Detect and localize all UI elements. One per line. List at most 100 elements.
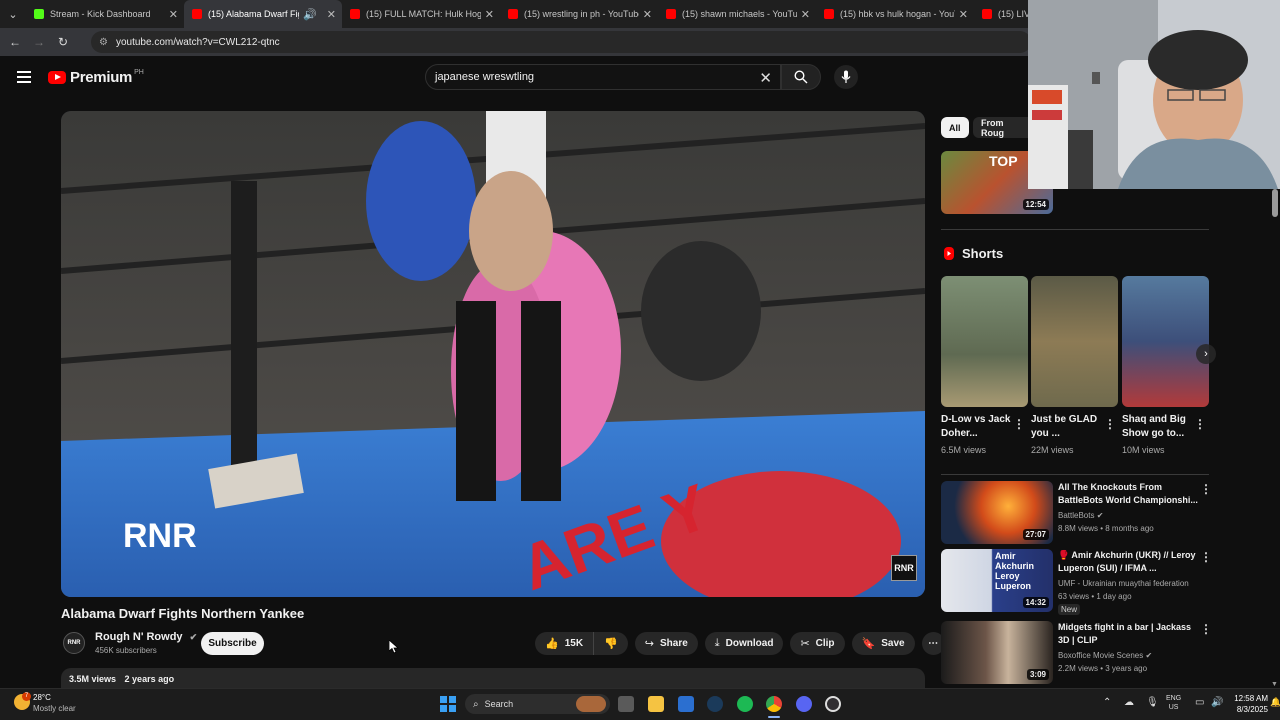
tab-shawn-michaels[interactable]: (15) shawn michaels - YouTube ✕ (658, 0, 816, 28)
dislike-button[interactable]: 👎 (593, 632, 628, 655)
discord-icon[interactable] (796, 696, 812, 712)
tab-alabama-dwarf-fights[interactable]: (15) Alabama Dwarf Fights N 🔊 ✕ (184, 0, 342, 28)
clock-time: 12:58 AM (1234, 694, 1268, 703)
shorts-next-button[interactable]: › (1196, 344, 1216, 364)
more-vert-icon[interactable]: ⋮ (1200, 550, 1212, 564)
start-button[interactable] (440, 696, 456, 712)
more-vert-icon[interactable]: ⋮ (1200, 622, 1212, 636)
weather-widget[interactable]: 7 28°C Mostly clear (12, 692, 82, 716)
tray-chevron-icon[interactable]: ⌃ (1103, 697, 1111, 708)
microphone-tray-icon[interactable]: 🎙 (1146, 697, 1159, 708)
scrollbar-thumb[interactable] (1272, 189, 1278, 217)
recommendation-thumbnail[interactable]: 3:09 (941, 621, 1053, 684)
channel-name[interactable]: Rough N' Rowdy ✔ (95, 631, 197, 643)
address-bar[interactable]: ⚙ youtube.com/watch?v=CWL212-qtnc (91, 31, 1031, 53)
weather-alert-badge: 7 (22, 692, 31, 701)
tab-title: (15) Alabama Dwarf Fights N (208, 9, 299, 19)
close-tab-icon[interactable]: ✕ (327, 8, 336, 21)
new-badge: New (1058, 604, 1081, 615)
volume-icon[interactable]: 🔊 (1211, 697, 1223, 708)
clock[interactable]: 12:58 AM 8/3/2025 (1228, 693, 1268, 715)
scroll-down-icon[interactable]: ▼ (1271, 681, 1278, 688)
description-box[interactable]: 3.5M views 2 years ago (61, 668, 925, 690)
chip-from-channel[interactable]: From Roug (973, 117, 1029, 138)
voice-search-button[interactable] (834, 65, 858, 89)
close-tab-icon[interactable]: ✕ (485, 8, 494, 21)
recommendation-title[interactable]: Midgets fight in a bar | Jackass 3D | CL… (1058, 621, 1198, 647)
recommendation-channel[interactable]: UMF - Ukrainian muaythai federation (1058, 579, 1189, 588)
more-vert-icon[interactable]: ⋮ (1013, 417, 1025, 431)
like-button[interactable]: 👍 15K (535, 632, 594, 655)
close-tab-icon[interactable]: ✕ (801, 8, 810, 21)
channel-name-text: Rough N' Rowdy (95, 631, 183, 643)
language-indicator[interactable]: ENG US (1166, 694, 1181, 712)
tab-live[interactable]: (15) LIVE (974, 0, 1034, 28)
tab-title: (15) shawn michaels - YouTube (682, 9, 797, 19)
short-title[interactable]: D-Low vs Jack Doher... (941, 413, 1013, 441)
corner-logo: RNR (891, 555, 917, 581)
youtube-premium-logo[interactable]: Premium PH (48, 69, 144, 86)
clear-search-icon[interactable]: ✕ (759, 69, 772, 87)
close-tab-icon[interactable]: ✕ (643, 8, 652, 21)
task-view-icon[interactable] (618, 696, 634, 712)
site-settings-icon[interactable]: ⚙ (99, 37, 108, 48)
recommendation-thumbnail[interactable]: Amir Akchurin Leroy Luperon 14:32 (941, 549, 1053, 612)
search-button[interactable] (781, 64, 821, 90)
chrome-icon[interactable] (766, 696, 782, 712)
subscribe-button[interactable]: Subscribe (201, 632, 264, 655)
display-icon[interactable]: ▭ (1195, 697, 1204, 708)
channel-avatar[interactable]: RNR (63, 632, 85, 654)
mouse-cursor-icon (389, 640, 399, 654)
close-tab-icon[interactable]: ✕ (959, 8, 968, 21)
tab-full-match-hulk-hogan[interactable]: (15) FULL MATCH: Hulk Hogan ✕ (342, 0, 500, 28)
short-thumbnail[interactable] (1031, 276, 1118, 407)
short-title[interactable]: Shaq and Big Show go to... (1122, 413, 1194, 441)
more-vert-icon[interactable]: ⋮ (1194, 417, 1206, 431)
menu-icon[interactable] (17, 68, 31, 86)
recommendation-thumbnail[interactable]: 27:07 (941, 481, 1053, 544)
page-scrollbar[interactable]: ▼ (1271, 189, 1278, 688)
tab-search-chevron-icon[interactable]: ⌄ (0, 0, 26, 28)
obs-icon[interactable] (825, 696, 841, 712)
recommendation-channel[interactable]: Boxoffice Movie Scenes ✔ (1058, 651, 1152, 660)
tab-hbk-vs-hulk-hogan[interactable]: (15) hbk vs hulk hogan - YouTu ✕ (816, 0, 974, 28)
taskbar-search[interactable]: ⌕ Search (465, 694, 610, 714)
webcam-overlay (1028, 0, 1280, 189)
tab-wrestling-in-ph[interactable]: (15) wrestling in ph - YouTube ✕ (500, 0, 658, 28)
back-icon[interactable]: ← (3, 35, 27, 49)
recommendation-channel[interactable]: BattleBots ✔ (1058, 511, 1103, 520)
short-title[interactable]: Just be GLAD you ... (1031, 413, 1103, 441)
recommendation-meta: 2.2M views • 3 years ago (1058, 664, 1148, 673)
save-button[interactable]: 🔖 Save (851, 632, 915, 655)
network-icon[interactable]: ☁ (1124, 697, 1134, 708)
steam-icon[interactable] (707, 696, 723, 712)
file-explorer-icon[interactable] (648, 696, 664, 712)
close-tab-icon[interactable]: ✕ (169, 8, 178, 21)
recommendation-title[interactable]: 🥊 Amir Akchurin (UKR) // Leroy Luperon (… (1058, 549, 1198, 575)
more-vert-icon[interactable]: ⋮ (1104, 417, 1116, 431)
sidebar-divider (941, 229, 1209, 230)
notification-icon[interactable]: 🔔 (1270, 697, 1280, 708)
speaker-icon[interactable]: 🔊 (303, 8, 317, 21)
clip-button[interactable]: ✂ Clip (790, 632, 845, 655)
search-input[interactable]: japanese wreswtling ✕ (425, 64, 781, 90)
video-player[interactable]: ARE Y RNR RNR (61, 111, 925, 597)
reload-icon[interactable]: ↻ (51, 35, 75, 49)
search-icon (794, 70, 808, 84)
download-button[interactable]: ⤓ Download (704, 632, 784, 655)
spotify-icon[interactable] (737, 696, 753, 712)
share-button[interactable]: ↪ Share (634, 632, 698, 655)
short-views: 6.5M views (941, 445, 987, 455)
tab-kick-dashboard[interactable]: Stream - Kick Dashboard ✕ (26, 0, 184, 28)
save-label: Save (881, 638, 905, 649)
short-thumbnail[interactable] (941, 276, 1028, 407)
chevron-right-icon: › (1204, 348, 1208, 360)
short-thumbnail[interactable] (1122, 276, 1209, 407)
recommendation-title[interactable]: All The Knockouts From BattleBots World … (1058, 481, 1198, 507)
more-vert-icon[interactable]: ⋮ (1200, 482, 1212, 496)
forward-icon[interactable]: → (27, 35, 51, 49)
chip-all[interactable]: All (941, 117, 969, 138)
logo-brand-text: Premium (70, 68, 133, 86)
search-icon: ⌕ (473, 698, 479, 710)
microsoft-store-icon[interactable] (678, 696, 694, 712)
